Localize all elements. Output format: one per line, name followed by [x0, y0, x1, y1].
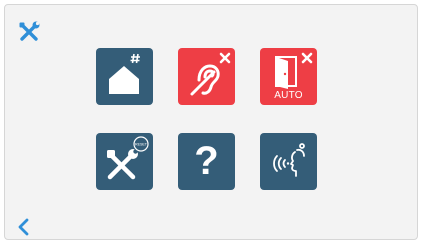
- svg-text:RESET: RESET: [135, 143, 148, 147]
- tools-icon[interactable]: [17, 20, 41, 44]
- house-hash-icon: [109, 53, 140, 94]
- hearing-loop-icon: [190, 52, 231, 96]
- intercom-screen: AUTO RESET ?: [4, 4, 418, 240]
- auto-label: AUTO: [274, 90, 303, 101]
- question-icon: ?: [194, 139, 219, 183]
- installer-settings-tile[interactable]: RESET: [96, 133, 153, 190]
- tools-reset-icon: RESET: [107, 136, 149, 180]
- voice-icon: [273, 143, 305, 177]
- hearing-loop-tile[interactable]: [178, 48, 235, 105]
- home-keypad-tile[interactable]: [96, 48, 153, 105]
- chevron-left-icon[interactable]: [17, 218, 31, 236]
- voice-settings-tile[interactable]: [260, 133, 317, 190]
- auto-door-open-tile[interactable]: AUTO: [260, 48, 317, 105]
- help-tile[interactable]: ?: [178, 133, 235, 190]
